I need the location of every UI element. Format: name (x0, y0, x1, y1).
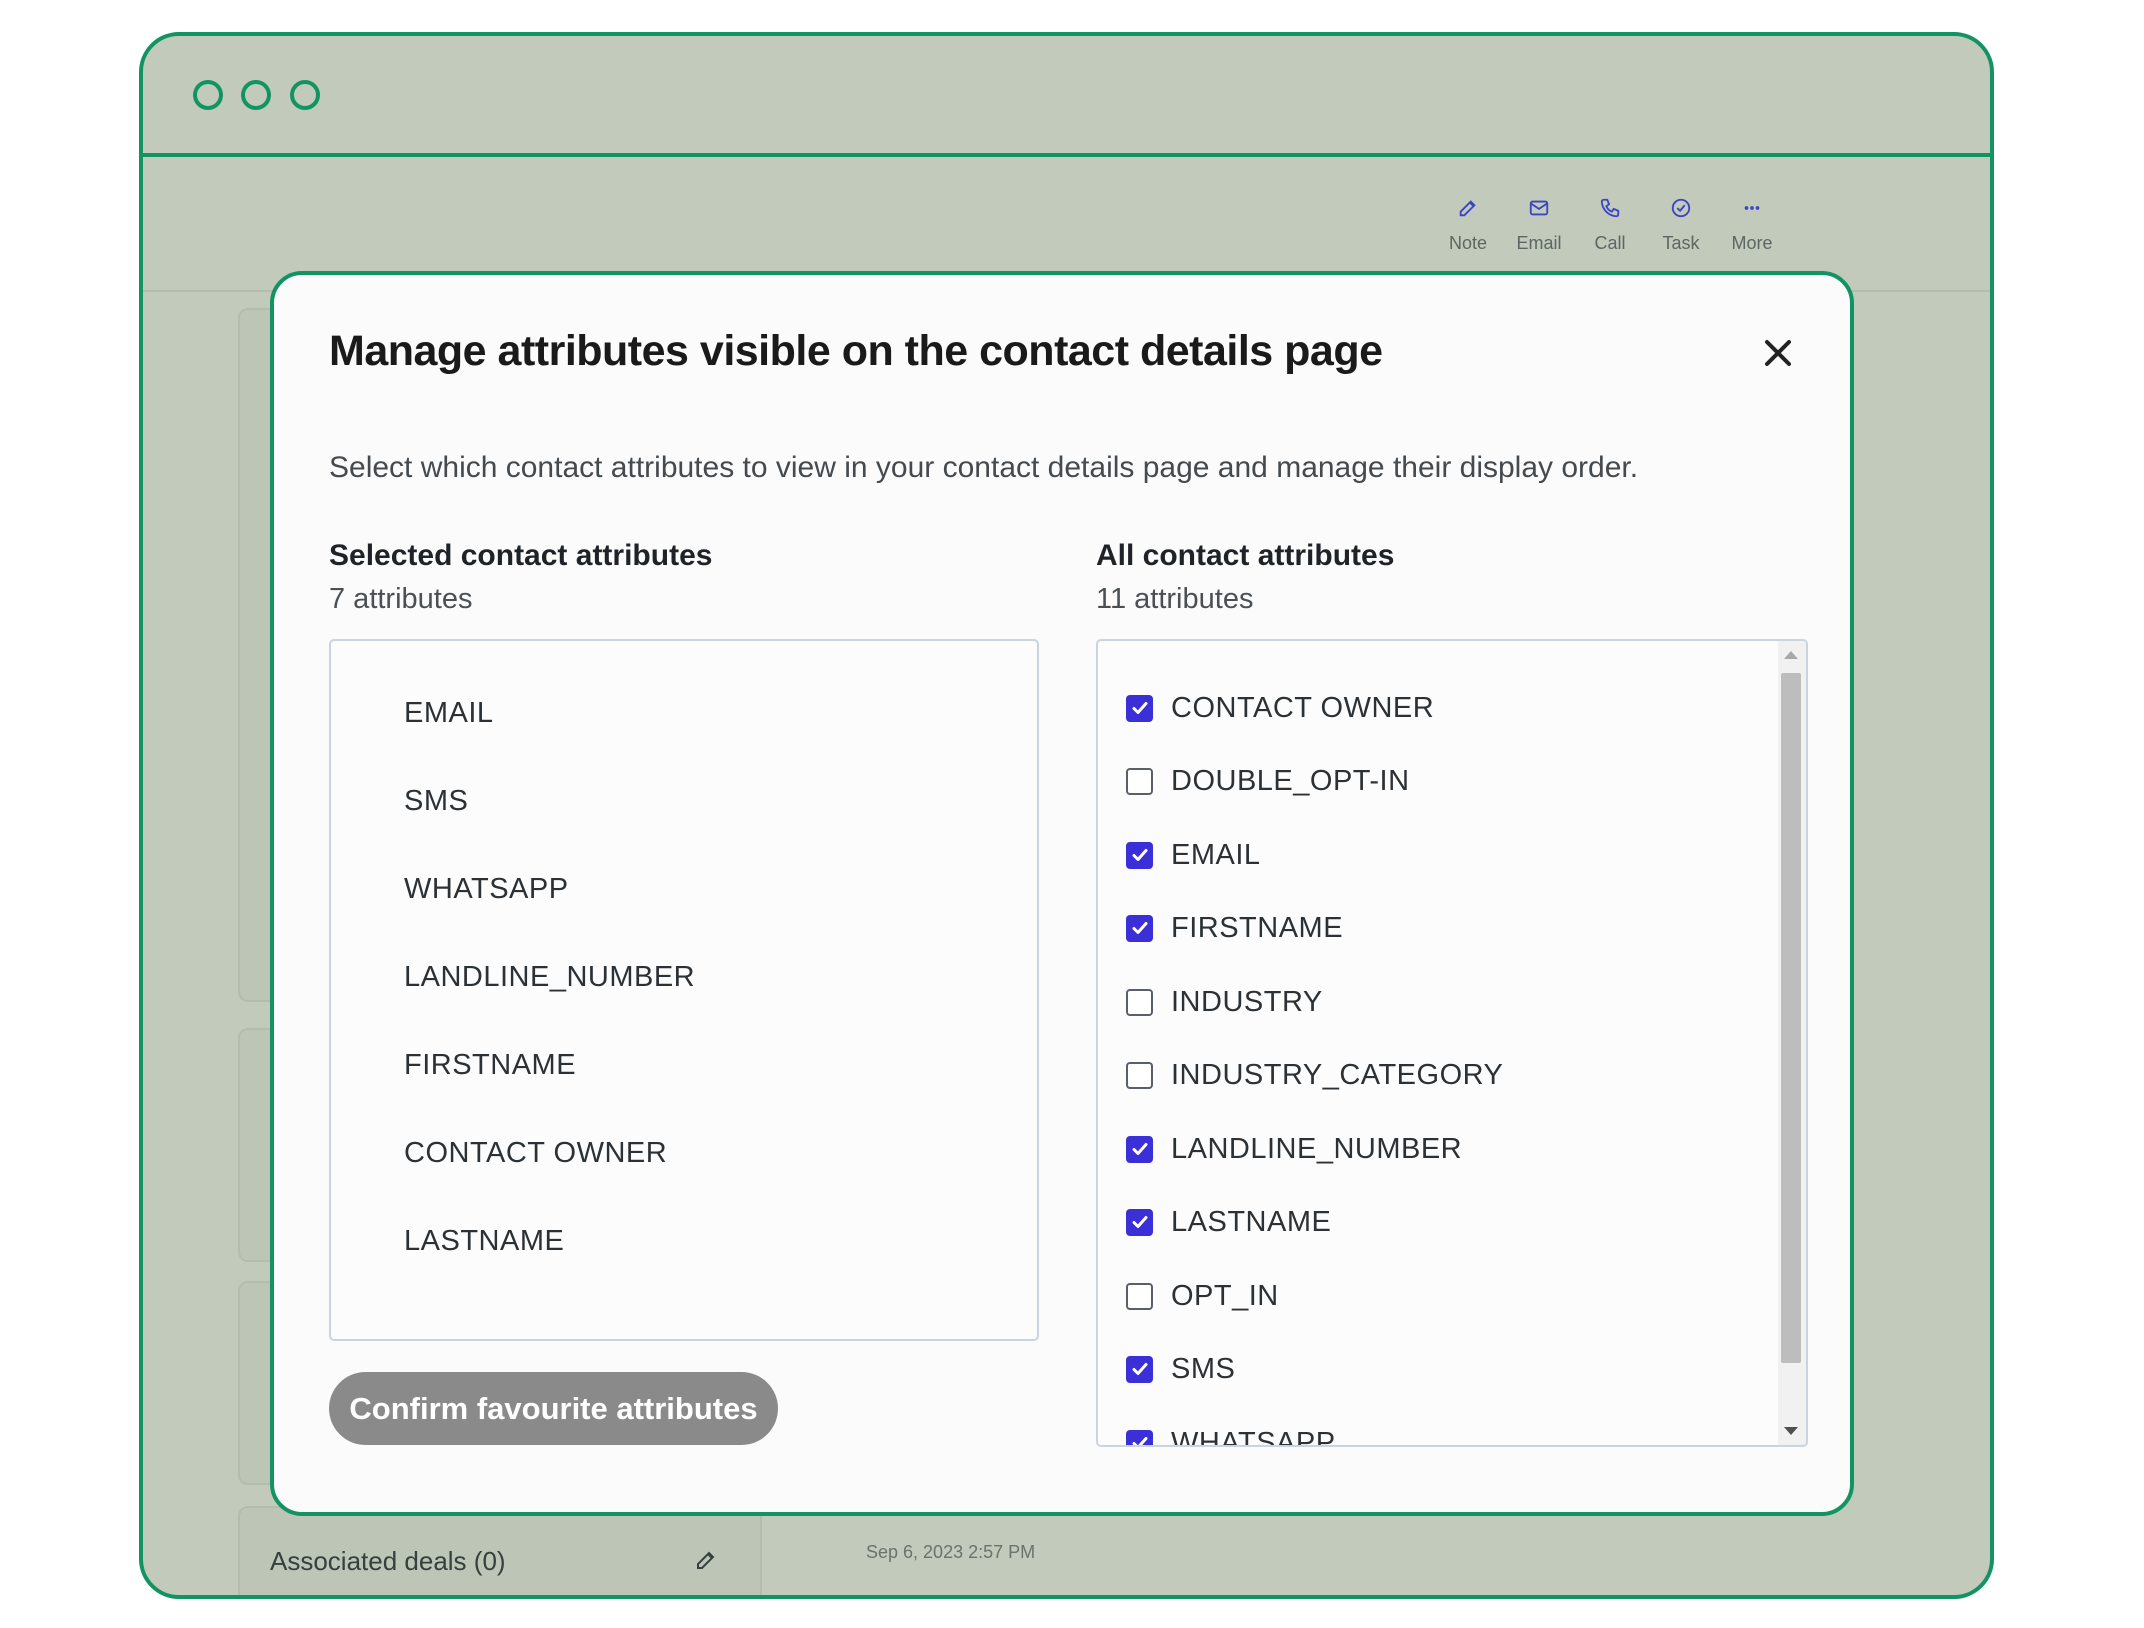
attribute-option-label: EMAIL (1171, 838, 1261, 871)
more-icon (1717, 197, 1787, 225)
window-titlebar (143, 36, 1990, 157)
attribute-option-label: DOUBLE_OPT-IN (1171, 764, 1410, 797)
selected-attributes-list: EMAIL SMS WHATSAPP LANDLINE_NUMBER FIRST… (329, 639, 1039, 1341)
attribute-option-label: WHATSAPP (1171, 1426, 1336, 1447)
note-icon (1433, 197, 1503, 225)
attribute-option[interactable]: WHATSAPP (1126, 1423, 1336, 1447)
attribute-checkbox[interactable] (1126, 1355, 1153, 1383)
attribute-option[interactable]: LANDLINE_NUMBER (1126, 1129, 1462, 1169)
attribute-option-label: INDUSTRY (1171, 985, 1323, 1018)
all-attributes-count: 11 attributes (1096, 583, 1254, 615)
modal-description: Select which contact attributes to view … (329, 451, 1639, 484)
attribute-checkbox[interactable] (1126, 1282, 1153, 1310)
attribute-option-label: INDUSTRY_CATEGORY (1171, 1058, 1504, 1091)
note-action[interactable]: Note (1433, 197, 1503, 254)
edit-icon[interactable] (694, 1548, 718, 1577)
selected-attribute-item[interactable]: CONTACT OWNER (404, 1137, 667, 1170)
email-action[interactable]: Email (1504, 197, 1574, 254)
selected-attribute-item[interactable]: WHATSAPP (404, 873, 569, 906)
scrollbar-thumb[interactable] (1781, 673, 1801, 1363)
activity-timestamp: Sep 6, 2023 2:57 PM (866, 1542, 1036, 1562)
email-action-label: Email (1516, 233, 1562, 253)
attribute-option[interactable]: INDUSTRY_CATEGORY (1126, 1055, 1503, 1095)
list-scrollbar[interactable] (1778, 641, 1806, 1445)
associated-deals-label: Associated deals (0) (270, 1546, 506, 1576)
more-action[interactable]: More (1717, 197, 1787, 254)
selected-attributes-count: 7 attributes (329, 583, 473, 615)
email-icon (1504, 197, 1574, 225)
selected-attributes-heading: Selected contact attributes (329, 539, 713, 572)
scroll-up-arrow-icon[interactable] (1784, 651, 1798, 659)
attribute-option[interactable]: INDUSTRY (1126, 982, 1323, 1022)
attribute-checkbox[interactable] (1126, 1208, 1153, 1236)
attribute-checkbox[interactable] (1126, 841, 1153, 869)
attribute-option[interactable]: CONTACT OWNER (1126, 688, 1434, 728)
modal-title: Manage attributes visible on the contact… (329, 327, 1383, 375)
call-icon (1575, 197, 1645, 225)
selected-attribute-item[interactable]: FIRSTNAME (404, 1049, 576, 1082)
all-attributes-list: CONTACT OWNER DOUBLE_OPT-IN EMAIL FIRSTN… (1096, 639, 1808, 1447)
call-action-label: Call (1594, 233, 1626, 253)
all-attributes-heading: All contact attributes (1096, 539, 1395, 572)
note-action-label: Note (1448, 233, 1488, 253)
attribute-option-label: LANDLINE_NUMBER (1171, 1132, 1463, 1165)
task-action[interactable]: Task (1646, 197, 1716, 254)
attribute-option-label: OPT_IN (1171, 1279, 1279, 1312)
confirm-favourite-attributes-button[interactable]: Confirm favourite attributes (329, 1372, 778, 1445)
window-close-dot[interactable] (193, 80, 223, 110)
attribute-option-label: FIRSTNAME (1171, 911, 1344, 944)
attribute-option[interactable]: FIRSTNAME (1126, 908, 1343, 948)
close-icon[interactable] (1758, 333, 1798, 373)
attribute-option-label: SMS (1171, 1352, 1236, 1385)
task-icon (1646, 197, 1716, 225)
attribute-option-label: CONTACT OWNER (1171, 691, 1435, 724)
attribute-checkbox[interactable] (1126, 767, 1153, 795)
scroll-down-arrow-icon[interactable] (1784, 1427, 1798, 1435)
selected-attribute-item[interactable]: SMS (404, 785, 468, 818)
attribute-checkbox[interactable] (1126, 988, 1153, 1016)
selected-attribute-item[interactable]: EMAIL (404, 697, 494, 730)
call-action[interactable]: Call (1575, 197, 1645, 254)
associated-deals-card: Associated deals (0) (238, 1506, 762, 1595)
attribute-checkbox[interactable] (1126, 694, 1153, 722)
attribute-option[interactable]: DOUBLE_OPT-IN (1126, 761, 1410, 801)
attribute-checkbox[interactable] (1126, 1135, 1153, 1163)
attribute-checkbox[interactable] (1126, 1429, 1153, 1445)
selected-attribute-item[interactable]: LANDLINE_NUMBER (404, 961, 695, 994)
manage-attributes-modal: Manage attributes visible on the contact… (270, 271, 1854, 1516)
attribute-option[interactable]: SMS (1126, 1349, 1235, 1389)
attribute-option[interactable]: OPT_IN (1126, 1276, 1279, 1316)
selected-attribute-item[interactable]: LASTNAME (404, 1225, 564, 1258)
task-action-label: Task (1662, 233, 1700, 253)
more-action-label: More (1731, 233, 1773, 253)
attribute-checkbox[interactable] (1126, 914, 1153, 942)
window-maximize-dot[interactable] (290, 80, 320, 110)
attribute-checkbox[interactable] (1126, 1061, 1153, 1089)
attribute-option[interactable]: LASTNAME (1126, 1202, 1331, 1242)
attribute-option-label: LASTNAME (1171, 1205, 1332, 1238)
window-minimize-dot[interactable] (241, 80, 271, 110)
attribute-option[interactable]: EMAIL (1126, 835, 1261, 875)
